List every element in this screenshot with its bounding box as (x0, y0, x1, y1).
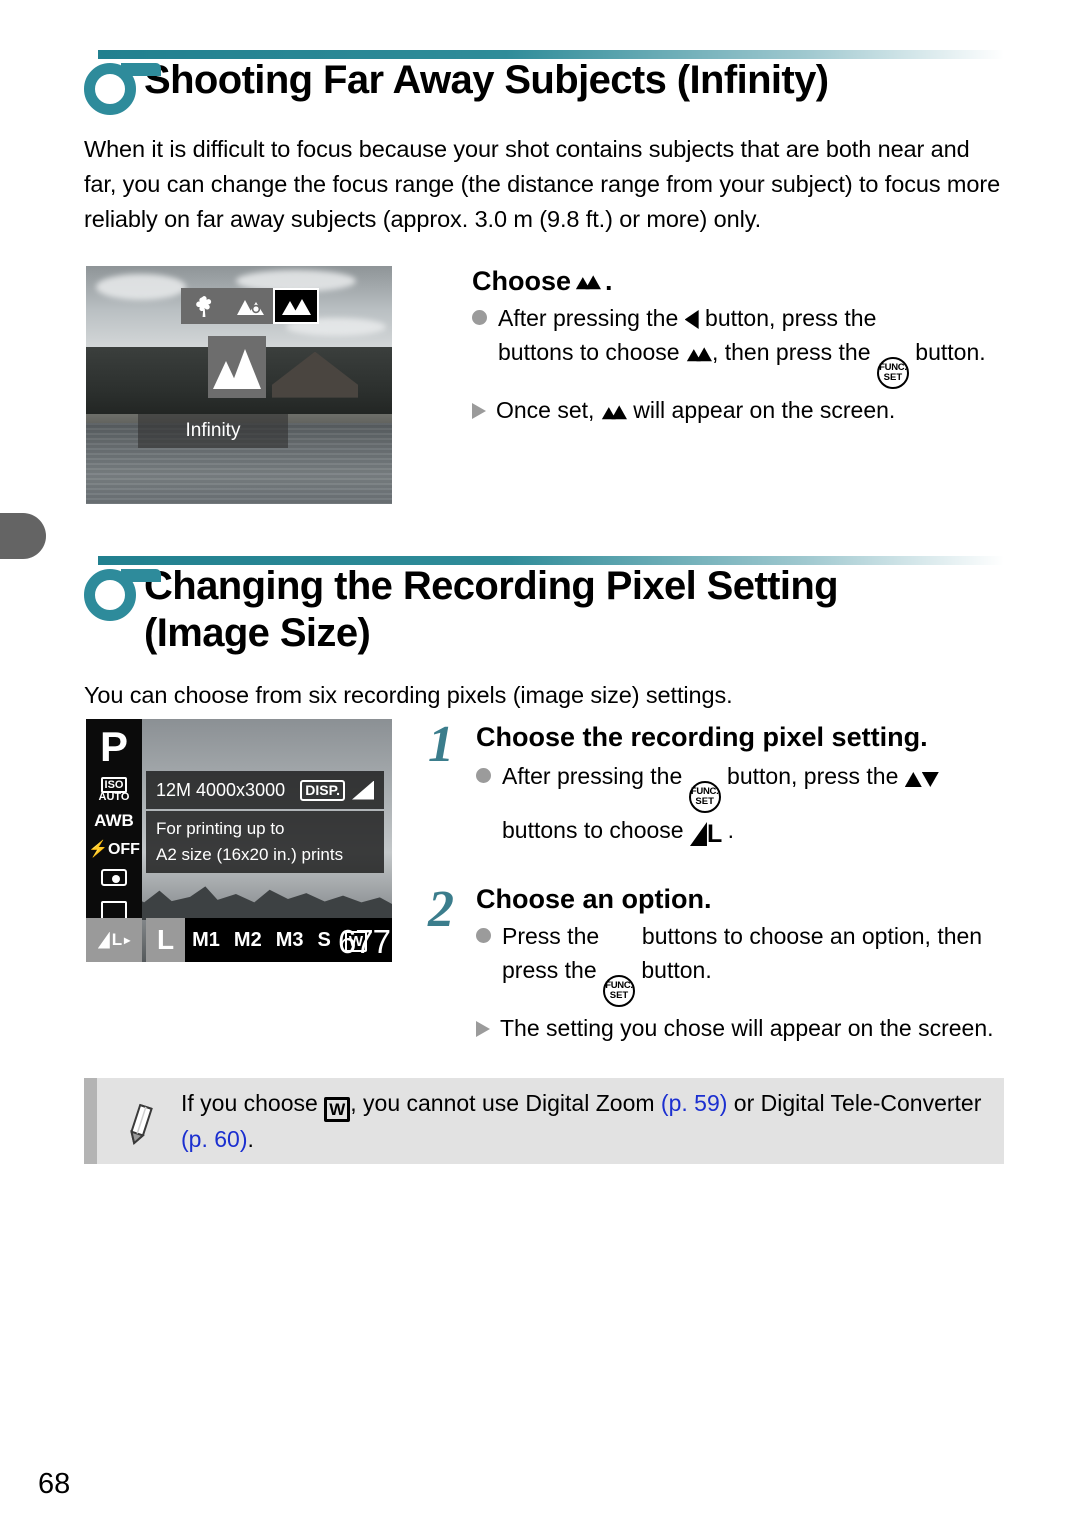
func-set-button-icon: FUNC. SET (603, 975, 635, 1007)
option-S[interactable]: S (311, 929, 338, 952)
bullet-text: The setting you chose will appear on the… (500, 1015, 994, 1041)
bullet-triangle-icon (472, 403, 486, 419)
white-balance-icon[interactable]: AWB (86, 811, 142, 831)
recording-pixel-value: 12M 4000x3000 (156, 779, 286, 800)
bullet-text: After pressing the FUNC. SET button, pres… (502, 759, 998, 851)
instruction-infinity: Choose . After pressing the button, pres… (472, 266, 992, 427)
note-accent-bar (84, 1078, 97, 1164)
focus-mode-auto-macro[interactable] (227, 288, 273, 324)
focus-range-screenshot: Infinity (86, 266, 392, 504)
mountain-icon (601, 403, 627, 420)
section-infinity: Shooting Far Away Subjects (Infinity) (84, 50, 1004, 115)
step-title: Choose the recording pixel setting. (476, 722, 928, 752)
mountain-icon (575, 273, 602, 290)
recording-pixel-info: 12M 4000x3000 DISP. (146, 771, 384, 809)
note-box: If you choose W, you cannot use Digital … (84, 1078, 1004, 1164)
section-intro-infinity: When it is difficult to focus because yo… (84, 136, 1001, 232)
option-M2[interactable]: M2 (227, 929, 269, 952)
left-button-icon (684, 310, 699, 329)
step-2: 2 Choose an option. Press the buttons to… (428, 881, 998, 1045)
page-reference[interactable]: (p. 59) (661, 1090, 727, 1116)
manual-page: Shooting Far Away Subjects (Infinity) Wh… (0, 0, 1080, 1521)
note-text: If you choose W, you cannot use Digital … (181, 1090, 982, 1152)
option-M3[interactable]: M3 (269, 929, 311, 952)
instruction-heading-suffix: . (605, 266, 613, 296)
bullet-triangle-icon (476, 1021, 490, 1037)
chapter-thumb-tab (0, 513, 46, 559)
flash-off-icon[interactable]: ⚡OFF (86, 839, 142, 859)
w-size-icon: W (324, 1097, 351, 1122)
mountain-icon (686, 345, 712, 362)
step-number: 2 (428, 881, 454, 938)
bullet-text: After pressing the button, press the but… (498, 301, 992, 389)
description-line: For printing up to (156, 819, 285, 838)
bullet-dot-icon (476, 768, 491, 783)
iso-icon[interactable]: ISO AUTO (86, 777, 142, 803)
recording-pixel-description: For printing up to A2 size (16x20 in.) p… (146, 811, 384, 873)
aspect-ratio-icon (352, 780, 374, 800)
cloud (96, 274, 186, 300)
instruction-bullet: Once set, will appear on the screen. (472, 393, 992, 427)
large-size-icon: L (689, 817, 722, 851)
func-set-button-icon: FUNC. SET (876, 357, 909, 389)
left-right-buttons-icon (606, 928, 636, 947)
page-reference[interactable]: (p. 60) (181, 1126, 247, 1152)
focus-mode-bar[interactable] (181, 288, 319, 324)
pencil-icon (130, 1103, 153, 1145)
func-menu-screenshot: P ISO AUTO AWB ⚡OFF L ▸ 12M 4000x3000 DIS… (86, 719, 392, 962)
option-M1[interactable]: M1 (185, 929, 227, 952)
step-bullet: After pressing the FUNC. SET button, pres… (476, 759, 998, 851)
section-ring-icon (84, 63, 161, 115)
section-title: Changing the Recording Pixel Setting (Im… (144, 564, 839, 656)
instruction-heading-text: Choose (472, 266, 572, 296)
focus-mode-large-icon (208, 336, 266, 398)
shots-remaining: 677 (337, 923, 391, 960)
focus-mode-label: Infinity (138, 414, 288, 448)
instruction-bullet: After pressing the button, press the but… (472, 301, 992, 389)
shooting-mode-icon: P (99, 723, 128, 770)
func-menu-selected-item[interactable]: L ▸ (86, 918, 142, 962)
bullet-dot-icon (476, 928, 491, 943)
func-set-button-icon: FUNC. SET (688, 781, 721, 813)
step-bullet: Press the buttons to choose an option, t… (476, 919, 998, 1007)
section-intro-recording-pixels: You can choose from six recording pixels… (84, 682, 733, 708)
metering-icon[interactable] (86, 869, 142, 891)
page-number: 68 (38, 1468, 71, 1500)
step-bullet: The setting you chose will appear on the… (476, 1011, 998, 1045)
option-L[interactable]: L (146, 918, 186, 962)
section-recording-pixels: Changing the Recording Pixel Setting (Im… (84, 556, 1004, 657)
up-down-buttons-icon (904, 762, 941, 787)
bullet-text: Press the buttons to choose an option, t… (502, 919, 998, 1007)
step-title: Choose an option. (476, 884, 712, 914)
section-ring-icon (84, 569, 161, 621)
disp-button-icon[interactable]: DISP. (300, 779, 345, 801)
focus-mode-infinity[interactable] (273, 288, 319, 324)
left-right-buttons-icon (883, 310, 913, 329)
instruction-heading: Choose . (472, 266, 992, 297)
focus-mode-macro[interactable] (181, 288, 227, 324)
bullet-dot-icon (472, 310, 487, 325)
bullet-text: Once set, will appear on the screen. (496, 397, 896, 423)
step-number: 1 (428, 716, 454, 773)
section-title: Shooting Far Away Subjects (Infinity) (144, 58, 829, 102)
description-line: A2 size (16x20 in.) prints (156, 845, 344, 864)
step-1: 1 Choose the recording pixel setting. Af… (428, 716, 998, 851)
